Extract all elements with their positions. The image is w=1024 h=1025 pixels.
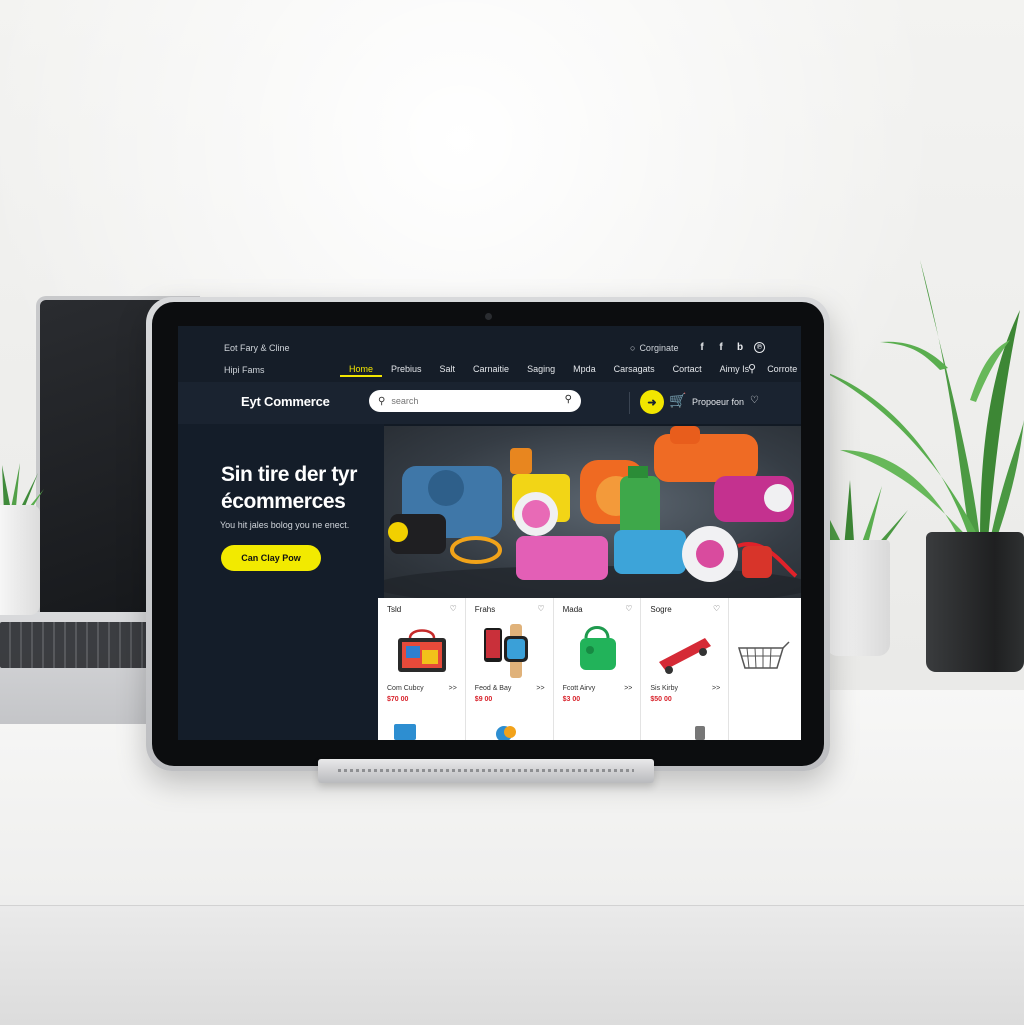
user-circle-icon: ○ [630,343,636,353]
hero-title: Sin tire der tyr écommerces [221,461,391,515]
search-input[interactable] [389,395,544,407]
tablet-screen: Eot Fary & Cline Hipi Fams ○ Corginate f … [178,326,801,740]
more-chevron-icon[interactable]: >> [536,685,544,692]
camera-dot [485,313,492,320]
product-name[interactable]: Feod & Bay [475,685,512,692]
product-image-watch [483,624,528,678]
product-price: $3 00 [562,696,581,703]
product-image-peek [394,724,416,740]
nav-item-contact[interactable]: Cortact [664,364,711,377]
product-price: $50 00 [650,696,672,703]
nav-item-categories[interactable]: Carsagats [605,364,664,377]
arrow-icon: ➜ [647,396,657,409]
product-card[interactable]: Frahs ♡ Feod & Bay >> $9 00 [465,598,554,740]
product-image-skateboard [659,638,712,674]
laptop-keyboard [0,622,152,668]
product-price: $70 00 [387,696,409,703]
product-category: Sogre [650,605,672,614]
more-chevron-icon[interactable]: >> [624,685,632,692]
desk-edge [0,905,1024,1025]
product-card[interactable] [729,598,801,740]
product-category: Tsld [387,605,402,614]
product-image-basket [738,641,790,669]
hero-products-illustration [384,426,801,598]
plant-left-pot [0,505,40,615]
nav-item-home[interactable]: Home [340,364,383,377]
product-image-peek [495,726,516,740]
cart-icon[interactable]: 🛒 [669,392,686,409]
search-icon[interactable]: ⚲ [748,362,756,375]
product-category: Mada [562,605,583,614]
user-account-button[interactable]: ➜ [640,390,664,414]
product-category: Frahs [474,605,496,614]
plant-right-pot [926,532,1024,672]
product-card[interactable]: Sogre ♡ Sis Kirby >> $50 00 [641,598,730,740]
search-submit-icon[interactable]: ⚲ [565,394,572,405]
nav-item-saging[interactable]: Saging [518,364,564,377]
plant-mid-pot [826,540,890,656]
nav-item-sale[interactable]: Salt [431,364,465,377]
hero-subtitle: You hit jales bolog you ne enect. [220,520,350,530]
facebook-icon[interactable]: f [697,342,707,353]
product-card[interactable]: Tsld ♡ Com Cubcy >> $70 00 [378,598,466,740]
favorite-icon[interactable]: ♡ [713,604,720,613]
account-link[interactable]: ○ Corginate [630,343,678,353]
help-link[interactable]: Hipi Fams [224,365,265,375]
hero-title-line-2: écommerces [221,490,346,513]
more-chevron-icon[interactable]: >> [712,685,720,692]
nav-item-corrote[interactable]: Corrote [758,364,801,377]
search-bar: ⚲ ⚲ [369,390,581,412]
instagram-icon[interactable]: ℗ [754,342,765,353]
nav-item-mpda[interactable]: Mpda [564,364,605,377]
top-bar: Eot Fary & Cline Hipi Fams ○ Corginate f … [178,326,801,382]
favorite-icon[interactable]: ♡ [625,604,632,613]
brand-logo[interactable]: Eyt Commerce [241,394,330,409]
product-image-green-bag [579,626,616,670]
product-name[interactable]: Com Cubcy [387,685,424,692]
header-divider [629,392,630,414]
product-price: $9 00 [474,696,493,703]
cart-label[interactable]: Propoeur fon [692,397,744,407]
facebook-icon[interactable]: f [716,342,726,353]
product-image-peek [695,726,706,740]
favorite-icon[interactable]: ♡ [450,604,457,613]
nav-item-carnaitie[interactable]: Carnaitie [464,364,518,377]
favorite-icon[interactable]: ♡ [537,604,544,613]
pinterest-icon[interactable]: b [735,342,745,353]
tablet-stand [318,759,654,783]
product-name[interactable]: Fcott Airvy [563,685,596,692]
product-card[interactable]: Mada ♡ Fcott Airvy >> $3 00 [553,598,642,740]
main-nav: Home Prebius Salt Carnaitie Saging Mpda … [340,364,801,377]
product-grid: Tsld ♡ Com Cubcy >> $70 00 Frahs ♡ Feod … [378,598,801,740]
hero-panel: Sin tire der tyr écommerces You hit jale… [178,424,384,740]
promo-text: Eot Fary & Cline [224,343,290,353]
search-icon: ⚲ [378,395,386,407]
product-image-bag [398,629,446,672]
product-name[interactable]: Sis Kirby [650,685,678,692]
site-header: Eyt Commerce ⚲ ⚲ ➜ 🛒 Propoeur fon ♡ [178,382,801,424]
social-links: f f b ℗ [697,342,765,353]
plant-right-leaves [820,260,1024,540]
nav-item-products[interactable]: Prebius [382,364,431,377]
hero-product-image[interactable] [384,426,801,598]
more-chevron-icon[interactable]: >> [449,685,457,692]
account-label: Corginate [639,343,679,353]
hero-title-line-1: Sin tire der tyr [221,463,357,486]
heart-icon[interactable]: ♡ [750,395,759,406]
hero-cta-button[interactable]: Can Clay Pow [221,545,321,571]
